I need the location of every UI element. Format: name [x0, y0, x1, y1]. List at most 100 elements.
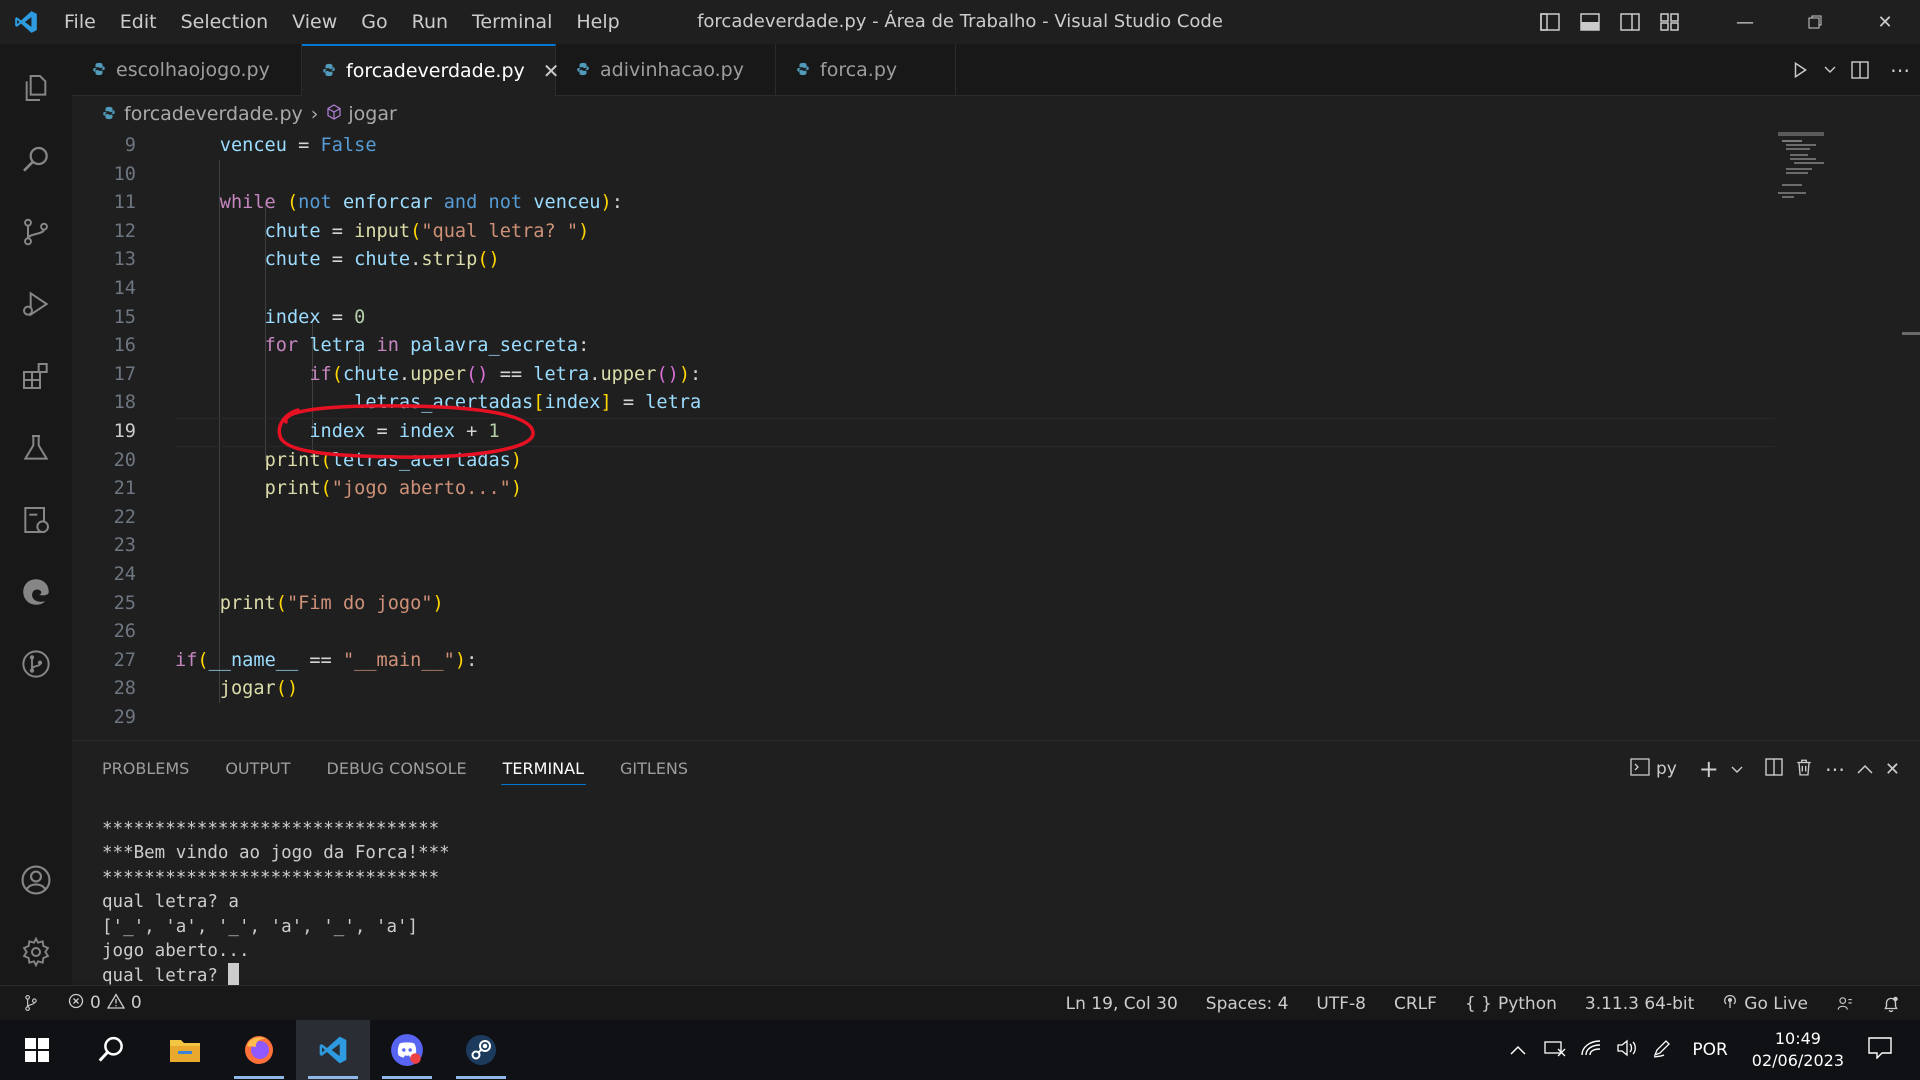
- menu-terminal[interactable]: Terminal: [460, 0, 564, 44]
- steam-icon[interactable]: [444, 1020, 518, 1080]
- breadcrumb: forcadeverdade.py › jogar: [72, 96, 1920, 132]
- remote-explorer-icon[interactable]: [0, 484, 72, 556]
- close-window-icon[interactable]: ✕: [1850, 0, 1920, 44]
- encoding[interactable]: UTF-8: [1302, 994, 1380, 1014]
- panel-tab-output[interactable]: OUTPUT: [225, 741, 290, 797]
- code-line: 25 print("Fim do jogo"): [113, 592, 444, 614]
- code-editor[interactable]: 9 venceu = False 10 11 while (not enforc…: [72, 132, 1920, 738]
- breadcrumb-symbol[interactable]: jogar: [348, 103, 396, 125]
- tab-forcadeverdade[interactable]: forcadeverdade.py ✕: [302, 44, 560, 96]
- breadcrumb-file[interactable]: forcadeverdade.py: [124, 103, 303, 125]
- run-debug-icon[interactable]: [0, 268, 72, 340]
- wifi-icon[interactable]: [1580, 1039, 1602, 1062]
- close-panel-icon[interactable]: ✕: [1885, 759, 1900, 780]
- file-explorer-icon[interactable]: [148, 1020, 222, 1080]
- terminal-line: ***Bem vindo ao jogo da Forca!***: [102, 843, 450, 864]
- chevron-down-icon[interactable]: [1731, 759, 1743, 779]
- notifications-bell-icon[interactable]: [1868, 995, 1920, 1013]
- discord-icon[interactable]: [370, 1020, 444, 1080]
- run-file-icon[interactable]: [1780, 48, 1820, 92]
- menu-help[interactable]: Help: [564, 0, 631, 44]
- code-line: 11 while (not enforcar and not venceu):: [113, 192, 623, 214]
- clock-date: 02/06/2023: [1751, 1051, 1844, 1070]
- cursor-position[interactable]: Ln 19, Col 30: [1052, 994, 1192, 1014]
- pen-icon[interactable]: [1652, 1038, 1672, 1063]
- volume-icon[interactable]: [1616, 1039, 1638, 1062]
- menu-edit[interactable]: Edit: [108, 0, 169, 44]
- edge-devtools-icon[interactable]: [0, 556, 72, 628]
- tab-label: forca.py: [820, 59, 898, 81]
- language-mode[interactable]: { } Python: [1451, 994, 1571, 1014]
- panel-tab-gitlens[interactable]: GITLENS: [620, 741, 688, 797]
- problems-indicator[interactable]: 0 0: [54, 992, 156, 1014]
- terminal-line: qual letra? a: [102, 892, 239, 913]
- panel-tab-terminal[interactable]: TERMINAL: [500, 741, 587, 797]
- vscode-logo-icon: [0, 0, 52, 44]
- error-count: 0: [90, 993, 101, 1013]
- new-terminal-icon[interactable]: +: [1699, 755, 1719, 783]
- menu-run[interactable]: Run: [400, 0, 460, 44]
- code-line: 13 chute = chute.strip(): [113, 249, 500, 271]
- maximize-panel-icon[interactable]: [1857, 759, 1873, 779]
- split-editor-icon[interactable]: [1840, 48, 1880, 92]
- extensions-icon[interactable]: [0, 340, 72, 412]
- end-of-line[interactable]: CRLF: [1380, 994, 1451, 1014]
- show-hidden-icons-icon[interactable]: [1510, 1040, 1526, 1060]
- gitlens-icon[interactable]: [0, 628, 72, 700]
- customize-layout-icon[interactable]: [1650, 0, 1690, 44]
- split-terminal-icon[interactable]: [1765, 757, 1783, 781]
- code-line: 23: [113, 535, 136, 557]
- menu-go[interactable]: Go: [349, 0, 399, 44]
- toggle-panel-icon[interactable]: [1570, 0, 1610, 44]
- explorer-icon[interactable]: [0, 52, 72, 124]
- vscode-taskbar-icon[interactable]: [296, 1020, 370, 1080]
- terminal-output[interactable]: ******************************** ***Bem v…: [102, 817, 450, 989]
- more-actions-icon[interactable]: ⋯: [1880, 48, 1920, 92]
- menu-file[interactable]: File: [52, 0, 108, 44]
- terminal-line: ********************************: [102, 867, 440, 888]
- windows-taskbar: POR 10:49 02/06/2023: [0, 1020, 1920, 1080]
- activity-bar: [0, 44, 72, 1020]
- indentation[interactable]: Spaces: 4: [1192, 994, 1303, 1014]
- testing-icon[interactable]: [0, 412, 72, 484]
- search-icon[interactable]: [74, 1020, 148, 1080]
- tab-escolhaojogo[interactable]: escolhaojogo.py: [72, 44, 302, 96]
- minimize-icon[interactable]: —: [1710, 0, 1780, 44]
- network-disconnected-icon[interactable]: [1544, 1039, 1566, 1062]
- source-control-icon[interactable]: [0, 196, 72, 268]
- accounts-icon[interactable]: [0, 844, 72, 916]
- editor-scrollbar[interactable]: [1902, 332, 1920, 335]
- toggle-primary-sidebar-icon[interactable]: [1530, 0, 1570, 44]
- tab-adivinhacao[interactable]: adivinhacao.py: [556, 44, 776, 96]
- windows-start-icon[interactable]: [0, 1020, 74, 1080]
- minimap[interactable]: [1776, 132, 1836, 212]
- code-line: 21 print("jogo aberto..."): [113, 478, 523, 500]
- go-live-button[interactable]: Go Live: [1708, 993, 1822, 1014]
- tab-forca[interactable]: forca.py: [776, 44, 956, 96]
- chevron-down-icon[interactable]: [1820, 48, 1840, 92]
- panel-tab-debug-console[interactable]: DEBUG CONSOLE: [327, 741, 467, 797]
- clock[interactable]: 10:49 02/06/2023: [1752, 1028, 1844, 1072]
- feedback-icon[interactable]: [1822, 995, 1868, 1013]
- warning-icon: [106, 992, 125, 1014]
- python-file-icon: [322, 60, 336, 82]
- chevron-right-icon: ›: [310, 103, 319, 125]
- terminal-name[interactable]: py: [1656, 759, 1677, 779]
- restore-icon[interactable]: [1780, 0, 1850, 44]
- panel-tab-problems[interactable]: PROBLEMS: [102, 741, 189, 797]
- more-actions-icon[interactable]: ⋯: [1825, 757, 1845, 781]
- search-icon[interactable]: [0, 124, 72, 196]
- remote-indicator[interactable]: [0, 994, 54, 1012]
- python-file-icon: [576, 59, 590, 81]
- notification-center-icon[interactable]: [1868, 1036, 1892, 1064]
- firefox-icon[interactable]: [222, 1020, 296, 1080]
- settings-gear-icon[interactable]: [0, 916, 72, 988]
- input-language[interactable]: POR: [1692, 1040, 1727, 1060]
- toggle-secondary-sidebar-icon[interactable]: [1610, 0, 1650, 44]
- trash-icon[interactable]: [1795, 758, 1813, 781]
- menu-selection[interactable]: Selection: [169, 0, 281, 44]
- python-interpreter[interactable]: 3.11.3 64-bit: [1571, 994, 1708, 1014]
- code-line: 29: [113, 707, 136, 728]
- menu-view[interactable]: View: [280, 0, 349, 44]
- clock-time: 10:49: [1774, 1029, 1821, 1048]
